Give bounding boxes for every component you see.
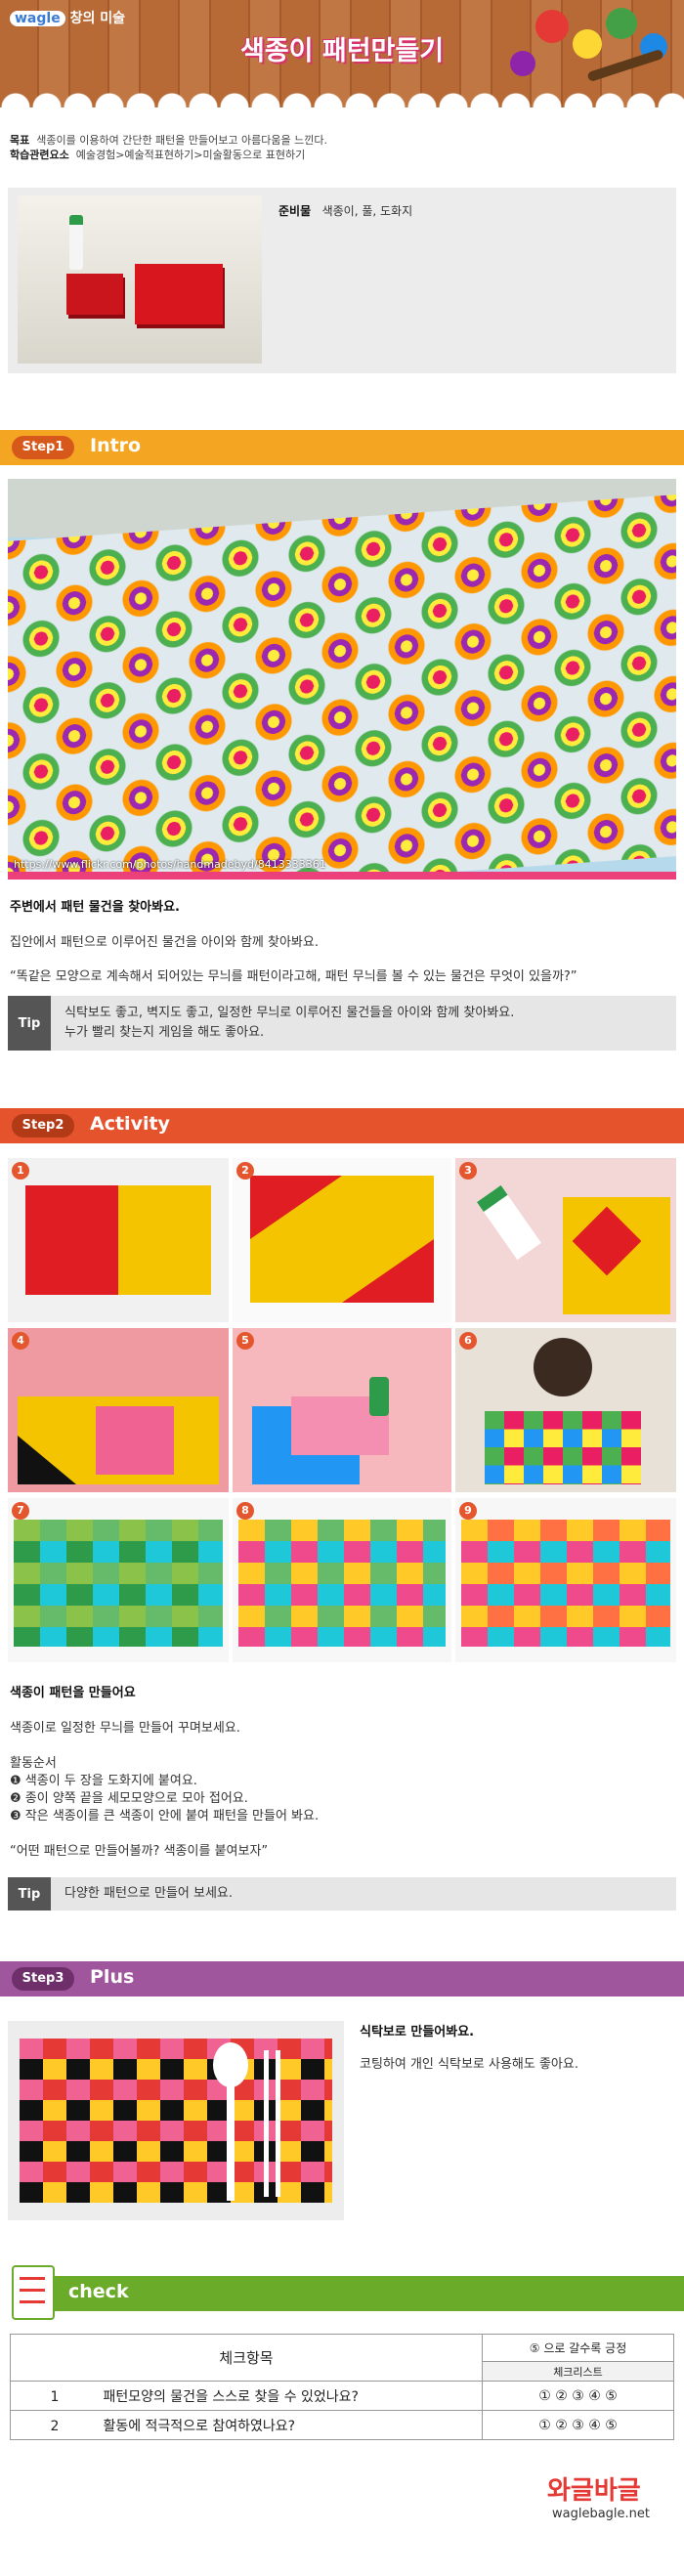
step2-line1: 색종이로 일정한 무늬를 만들어 꾸며보세요. bbox=[10, 1721, 240, 1736]
checklist-icon bbox=[12, 2265, 55, 2320]
tip-text: 식탁보도 좋고, 벽지도 좋고, 일정한 무늬로 이루어진 물건들을 아이와 함… bbox=[64, 1004, 514, 1043]
order-step: ❷ 종이 양쪽 끝을 세모모양으로 모아 접어요. bbox=[10, 1791, 248, 1806]
page-title: 색종이 패턴만들기 bbox=[239, 36, 445, 66]
row-item: 패턴모양의 물건을 스스로 찾을 수 있었나요? bbox=[103, 2388, 359, 2405]
col-scale-header: ⑤ 으로 갈수록 긍정 bbox=[482, 2334, 674, 2362]
footer-logo: 와글바글 bbox=[547, 2476, 641, 2506]
photo-number: 1 bbox=[12, 1162, 29, 1180]
activity-photo: 4 bbox=[8, 1328, 229, 1492]
goal-label: 목표 bbox=[10, 134, 30, 147]
step3-heading: 식탁보로 만들어봐요. bbox=[360, 2025, 475, 2039]
goal-text: 색종이를 이용하여 간단한 패턴을 만들어보고 아름다움을 느낀다. bbox=[36, 134, 327, 147]
photo-number: 9 bbox=[459, 1502, 477, 1520]
photo-number: 4 bbox=[12, 1332, 29, 1350]
photo-credit: https://www.flickr.com/photos/handmadeby… bbox=[14, 858, 326, 871]
activity-photo: 3 bbox=[455, 1158, 676, 1322]
chopstick-icon bbox=[264, 2050, 269, 2197]
row-scale[interactable]: ① ② ③ ④ ⑤ bbox=[482, 2381, 674, 2411]
blanket-pattern bbox=[8, 494, 676, 880]
step1-heading: 주변에서 패턴 물건을 찾아봐요. bbox=[10, 900, 180, 915]
step3-bar: Step3 Plus bbox=[0, 1961, 684, 1996]
tip-line: 식탁보도 좋고, 벽지도 좋고, 일정한 무늬로 이루어진 물건들을 아이와 함… bbox=[64, 1006, 515, 1020]
row-item: 활동에 적극적으로 참여하였나요? bbox=[103, 2418, 296, 2434]
materials-photo bbox=[18, 195, 262, 364]
lace-border bbox=[0, 82, 684, 107]
activity-photo: 2 bbox=[233, 1158, 451, 1322]
paper-stack-small bbox=[66, 274, 123, 315]
activity-photo: 1 bbox=[8, 1158, 229, 1322]
tip-label: Tip bbox=[8, 996, 51, 1051]
placemat-photo bbox=[8, 2021, 344, 2220]
step2-bar: Step2 Activity bbox=[0, 1108, 684, 1143]
step3-title: Plus bbox=[90, 1966, 135, 1988]
footer-site[interactable]: waglebagle.net bbox=[552, 2507, 650, 2521]
tip-text: 다양한 패턴으로 만들어 보세요. bbox=[64, 1886, 234, 1901]
step1-line1: 집안에서 패턴으로 이루어진 물건을 아이와 함께 찾아봐요. bbox=[10, 935, 319, 950]
crochet-blanket-photo: https://www.flickr.com/photos/handmadeby… bbox=[8, 479, 676, 880]
step2-quote: “어떤 패턴으로 만들어볼까? 색종이를 붙여보자” bbox=[10, 1844, 269, 1859]
check-bar: check bbox=[41, 2276, 684, 2311]
activity-photo: 6 bbox=[455, 1328, 676, 1492]
activity-photo: 5 bbox=[233, 1328, 451, 1492]
col-item-header: 체크항목 bbox=[10, 2334, 483, 2382]
paint-blob-icon bbox=[535, 10, 569, 43]
row-number: 1 bbox=[50, 2388, 60, 2405]
order-step: ❶ 색종이 두 장을 도화지에 붙여요. bbox=[10, 1774, 197, 1788]
table-row: 1 패턴모양의 물건을 스스로 찾을 수 있었나요? ① ② ③ ④ ⑤ bbox=[10, 2381, 674, 2411]
step1-bar: Step1 Intro bbox=[0, 430, 684, 465]
photo-number: 2 bbox=[236, 1162, 254, 1180]
chopstick-icon bbox=[276, 2050, 280, 2197]
step2-heading: 색종이 패턴을 만들어요 bbox=[10, 1686, 136, 1700]
checklist-table: 체크항목 ⑤ 으로 갈수록 긍정 체크리스트 1 패턴모양의 물건을 스스로 찾… bbox=[10, 2334, 674, 2440]
row-item-cell: 2 활동에 적극적으로 참여하였나요? bbox=[10, 2410, 483, 2440]
glue-stick-icon bbox=[69, 215, 83, 270]
goal-row: 목표 색종이를 이용하여 간단한 패턴을 만들어보고 아름다움을 느낀다. bbox=[10, 132, 327, 148]
materials-label: 준비물 bbox=[278, 204, 312, 218]
row-scale[interactable]: ① ② ③ ④ ⑤ bbox=[482, 2410, 674, 2440]
materials-row: 준비물 색종이, 풀, 도화지 bbox=[278, 202, 412, 219]
paint-blob-icon bbox=[606, 8, 637, 39]
tip-label: Tip bbox=[8, 1877, 51, 1911]
step1-line2: “똑같은 모양으로 계속해서 되어있는 무늬를 패턴이라고해, 패턴 무늬를 볼… bbox=[10, 969, 577, 984]
brand-logo: wagle bbox=[10, 11, 65, 26]
brand-text: 창의 미술 bbox=[69, 11, 125, 26]
row-number: 2 bbox=[50, 2418, 60, 2434]
step2-tip: Tip 다양한 패턴으로 만들어 보세요. bbox=[8, 1877, 676, 1911]
activity-photo: 7 bbox=[8, 1498, 229, 1662]
elements-label: 학습관련요소 bbox=[10, 149, 69, 161]
step2-title: Activity bbox=[90, 1113, 170, 1135]
photo-number: 3 bbox=[459, 1162, 477, 1180]
check-title: check bbox=[68, 2281, 129, 2302]
paper-stack-large bbox=[135, 264, 223, 324]
step1-title: Intro bbox=[90, 435, 142, 456]
step2-pill: Step2 bbox=[12, 1114, 74, 1138]
step1-tip: Tip 식탁보도 좋고, 벽지도 좋고, 일정한 무늬로 이루어진 물건들을 아… bbox=[8, 996, 676, 1051]
step1-pill: Step1 bbox=[12, 436, 74, 459]
brand-mark: wagle 창의 미술 bbox=[10, 8, 125, 27]
paint-blob-icon bbox=[573, 29, 602, 59]
row-item-cell: 1 패턴모양의 물건을 스스로 찾을 수 있었나요? bbox=[10, 2381, 483, 2411]
table-row: 2 활동에 적극적으로 참여하였나요? ① ② ③ ④ ⑤ bbox=[10, 2410, 674, 2440]
tip-line: 누가 빨리 찾는지 게임을 해도 좋아요. bbox=[64, 1025, 265, 1040]
step3-line1: 코팅하여 개인 식탁보로 사용해도 좋아요. bbox=[360, 2057, 578, 2072]
activity-photo: 8 bbox=[233, 1498, 451, 1662]
activity-photo: 9 bbox=[455, 1498, 676, 1662]
col-list-header: 체크리스트 bbox=[482, 2361, 674, 2382]
materials-text: 색종이, 풀, 도화지 bbox=[321, 204, 413, 218]
photo-number: 5 bbox=[236, 1332, 254, 1350]
spoon-handle bbox=[227, 2083, 235, 2201]
order-label: 활동순서 bbox=[10, 1756, 57, 1771]
elements-text: 예술경험>예술적표현하기>미술활동으로 표현하기 bbox=[75, 149, 306, 161]
order-step: ❸ 작은 색종이를 큰 색종이 안에 붙여 패턴을 만들어 봐요. bbox=[10, 1809, 320, 1824]
paint-blob-icon bbox=[510, 51, 535, 76]
elements-row: 학습관련요소 예술경험>예술적표현하기>미술활동으로 표현하기 bbox=[10, 147, 305, 162]
photo-number: 8 bbox=[236, 1502, 254, 1520]
photo-number: 7 bbox=[12, 1502, 29, 1520]
step3-pill: Step3 bbox=[12, 1967, 74, 1991]
photo-number: 6 bbox=[459, 1332, 477, 1350]
spoon-icon bbox=[213, 2042, 248, 2087]
